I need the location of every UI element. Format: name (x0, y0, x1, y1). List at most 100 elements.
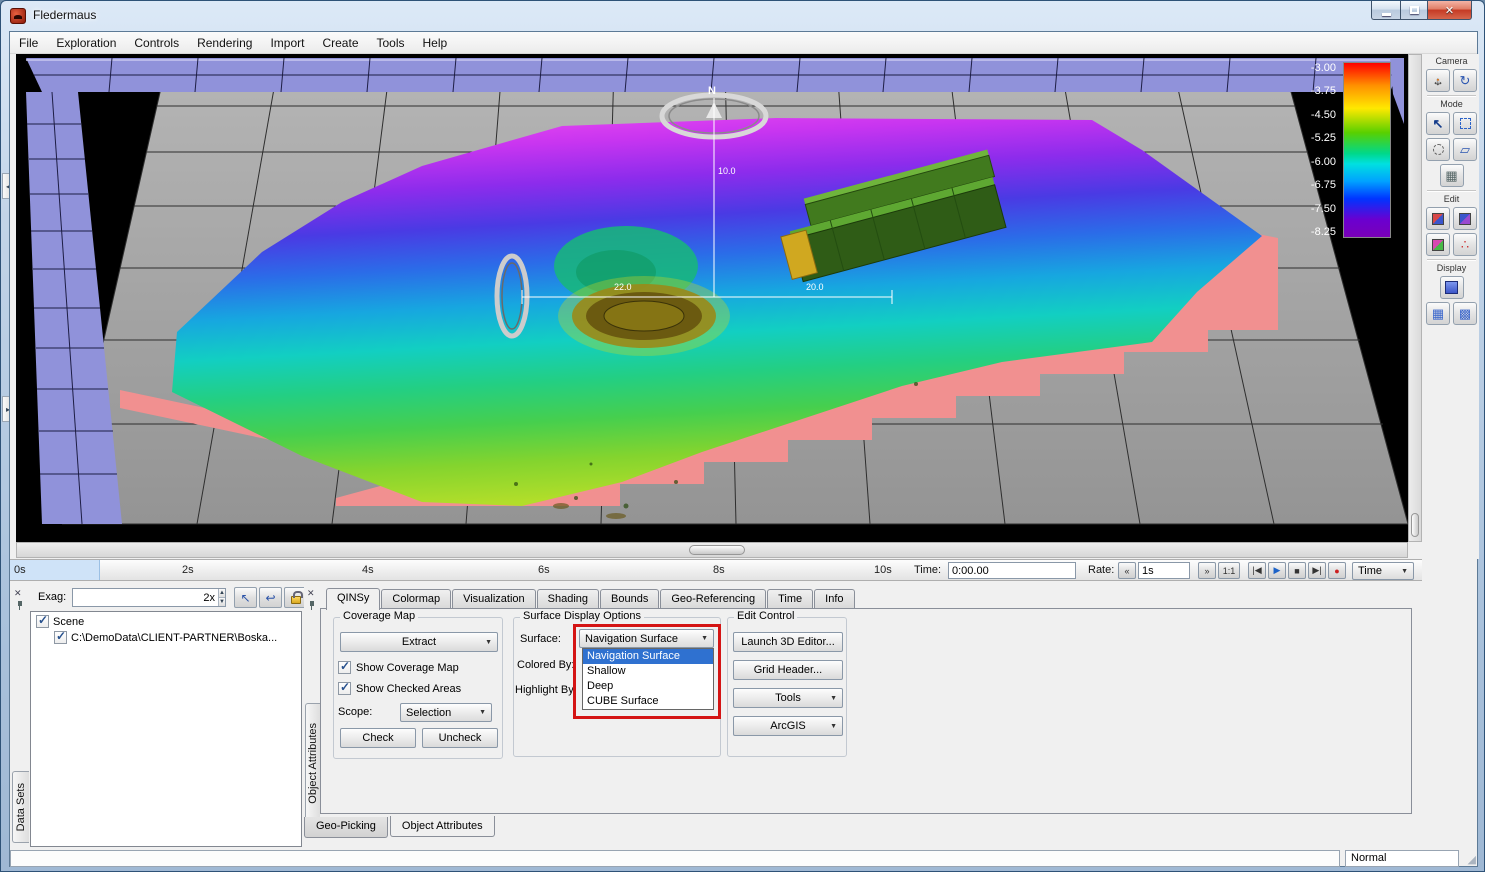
exag-input[interactable] (73, 589, 218, 606)
display-grid-button[interactable]: ▦ (1426, 302, 1450, 325)
fast-forward-button[interactable]: » (1198, 562, 1216, 579)
menu-controls[interactable]: Controls (125, 33, 188, 53)
menu-help[interactable]: Help (414, 33, 457, 53)
tab-time[interactable]: Time (767, 589, 813, 609)
exaggeration-spinner[interactable]: ▲ ▼ (72, 588, 226, 607)
hscroll-handle[interactable] (689, 545, 745, 555)
close-panel-icon[interactable]: ✕ (14, 588, 22, 599)
tab-colormap[interactable]: Colormap (381, 589, 451, 609)
pick-tool-button[interactable]: ↖ (234, 587, 257, 608)
tab-geo-picking[interactable]: Geo-Picking (304, 817, 388, 838)
tools-label: Tools (775, 692, 801, 704)
timeline-bar[interactable]: 0s 2s 4s 6s 8s 10s Time: Rate: « » 1:1 |… (10, 559, 1422, 581)
titlebar[interactable]: Fledermaus ✕ (1, 1, 1484, 31)
display-shade-button[interactable]: ▩ (1453, 302, 1477, 325)
camera-section-label: Camera (1424, 56, 1479, 66)
display-cube-button[interactable] (1440, 276, 1464, 299)
play-button[interactable]: ▶ (1268, 562, 1286, 579)
menu-rendering[interactable]: Rendering (188, 33, 261, 53)
skip-to-end-button[interactable]: ▶| (1308, 562, 1326, 579)
maximize-button[interactable] (1400, 1, 1427, 20)
resize-grip[interactable]: ◢ (1468, 853, 1476, 866)
viewport-vertical-scrollbar[interactable] (1408, 54, 1422, 542)
time-mode-select[interactable]: Time ▼ (1352, 562, 1414, 580)
edit-points-button[interactable]: ∴ (1453, 233, 1477, 256)
show-coverage-map-row[interactable]: Show Coverage Map (338, 661, 459, 674)
dropdown-option-deep[interactable]: Deep (583, 679, 713, 694)
minimize-button[interactable] (1371, 1, 1400, 20)
spin-up-icon[interactable]: ▲ (219, 589, 225, 598)
stop-button[interactable]: ■ (1288, 562, 1306, 579)
launch-3d-editor-label: Launch 3D Editor... (741, 636, 835, 648)
time-input[interactable] (948, 562, 1076, 579)
edit-cube-pink-button[interactable] (1426, 233, 1450, 256)
surface-select[interactable]: Navigation Surface ▼ (579, 629, 714, 648)
mode-lasso-button[interactable] (1426, 138, 1450, 161)
3d-viewport[interactable]: N 10.0 22.0 20.0 -3.00 -3.75 -4.50 -5.25… (16, 54, 1408, 542)
display-section-label: Display (1424, 263, 1479, 273)
status-message-field (10, 850, 1340, 867)
pin-icon[interactable] (16, 601, 24, 611)
mode-plane-button[interactable]: ▦ (1440, 164, 1464, 187)
status-bar: Normal ◢ (10, 850, 1477, 868)
spin-down-icon[interactable]: ▼ (219, 598, 225, 606)
edit-cube-blue-button[interactable] (1453, 207, 1477, 230)
camera-pan-button[interactable]: ↔↕▪ (1426, 69, 1450, 92)
extract-label: Extract (402, 636, 436, 648)
tree-item-dataset[interactable]: C:\DemoData\CLIENT-PARTNER\Boska... (31, 628, 301, 644)
tab-geo-referencing[interactable]: Geo-Referencing (660, 589, 766, 609)
tab-object-attributes-side[interactable]: Object Attributes (305, 703, 320, 823)
scene-tree[interactable]: Scene C:\DemoData\CLIENT-PARTNER\Boska..… (30, 611, 302, 847)
uncheck-label: Uncheck (439, 732, 482, 744)
viewport-horizontal-scrollbar[interactable] (16, 542, 1408, 558)
scene-checkbox[interactable] (36, 615, 49, 628)
arcgis-button[interactable]: ArcGIS ▼ (733, 716, 843, 736)
menu-tools[interactable]: Tools (368, 33, 414, 53)
menu-exploration[interactable]: Exploration (47, 33, 125, 53)
menu-import[interactable]: Import (261, 33, 313, 53)
chevron-down-icon: ▼ (824, 723, 837, 730)
check-button[interactable]: Check (340, 728, 416, 748)
show-coverage-map-checkbox[interactable] (338, 661, 351, 674)
undo-button[interactable]: ↩ (259, 587, 282, 608)
launch-3d-editor-button[interactable]: Launch 3D Editor... (733, 632, 843, 652)
uncheck-button[interactable]: Uncheck (422, 728, 498, 748)
close-button[interactable]: ✕ (1427, 1, 1472, 20)
status-mode-select[interactable]: Normal (1345, 850, 1459, 867)
dropdown-option-navigation-surface[interactable]: Navigation Surface (583, 649, 713, 664)
menu-file[interactable]: File (10, 33, 47, 53)
extract-button[interactable]: Extract ▼ (340, 632, 498, 652)
mode-rect-select-button[interactable] (1453, 112, 1477, 135)
rewind-button[interactable]: « (1118, 562, 1136, 579)
tree-item-scene[interactable]: Scene (31, 612, 301, 628)
skip-to-start-button[interactable]: |◀ (1248, 562, 1266, 579)
tools-button[interactable]: Tools ▼ (733, 688, 843, 708)
dataset-checkbox[interactable] (54, 631, 67, 644)
mode-polygon-button[interactable]: ▱ (1453, 138, 1477, 161)
close-panel-icon[interactable]: ✕ (307, 588, 315, 599)
tab-info[interactable]: Info (814, 589, 854, 609)
dropdown-option-cube-surface[interactable]: CUBE Surface (583, 694, 713, 709)
record-button[interactable]: ● (1328, 562, 1346, 579)
rate-input[interactable] (1138, 562, 1190, 579)
scope-select[interactable]: Selection ▼ (400, 703, 492, 722)
pin-icon[interactable] (308, 601, 316, 611)
tab-qinsy[interactable]: QINSy (326, 588, 380, 610)
tab-shading[interactable]: Shading (537, 589, 599, 609)
surface-dropdown-list: Navigation Surface Shallow Deep CUBE Sur… (582, 648, 714, 710)
camera-orbit-button[interactable]: ↻ (1453, 69, 1477, 92)
mode-select-button[interactable]: ↖ (1426, 112, 1450, 135)
tab-bounds[interactable]: Bounds (600, 589, 659, 609)
grid-header-button[interactable]: Grid Header... (733, 660, 843, 680)
tab-object-attributes[interactable]: Object Attributes (390, 816, 495, 837)
measure-right-label: 20.0 (806, 282, 824, 292)
dropdown-option-shallow[interactable]: Shallow (583, 664, 713, 679)
ratio-button[interactable]: 1:1 (1218, 562, 1240, 579)
tab-visualization[interactable]: Visualization (452, 589, 536, 609)
tab-data-sets[interactable]: Data Sets (12, 771, 29, 843)
show-checked-areas-row[interactable]: Show Checked Areas (338, 682, 461, 695)
vscroll-handle[interactable] (1411, 513, 1419, 537)
edit-cube-red-button[interactable] (1426, 207, 1450, 230)
show-checked-areas-checkbox[interactable] (338, 682, 351, 695)
menu-create[interactable]: Create (313, 33, 367, 53)
